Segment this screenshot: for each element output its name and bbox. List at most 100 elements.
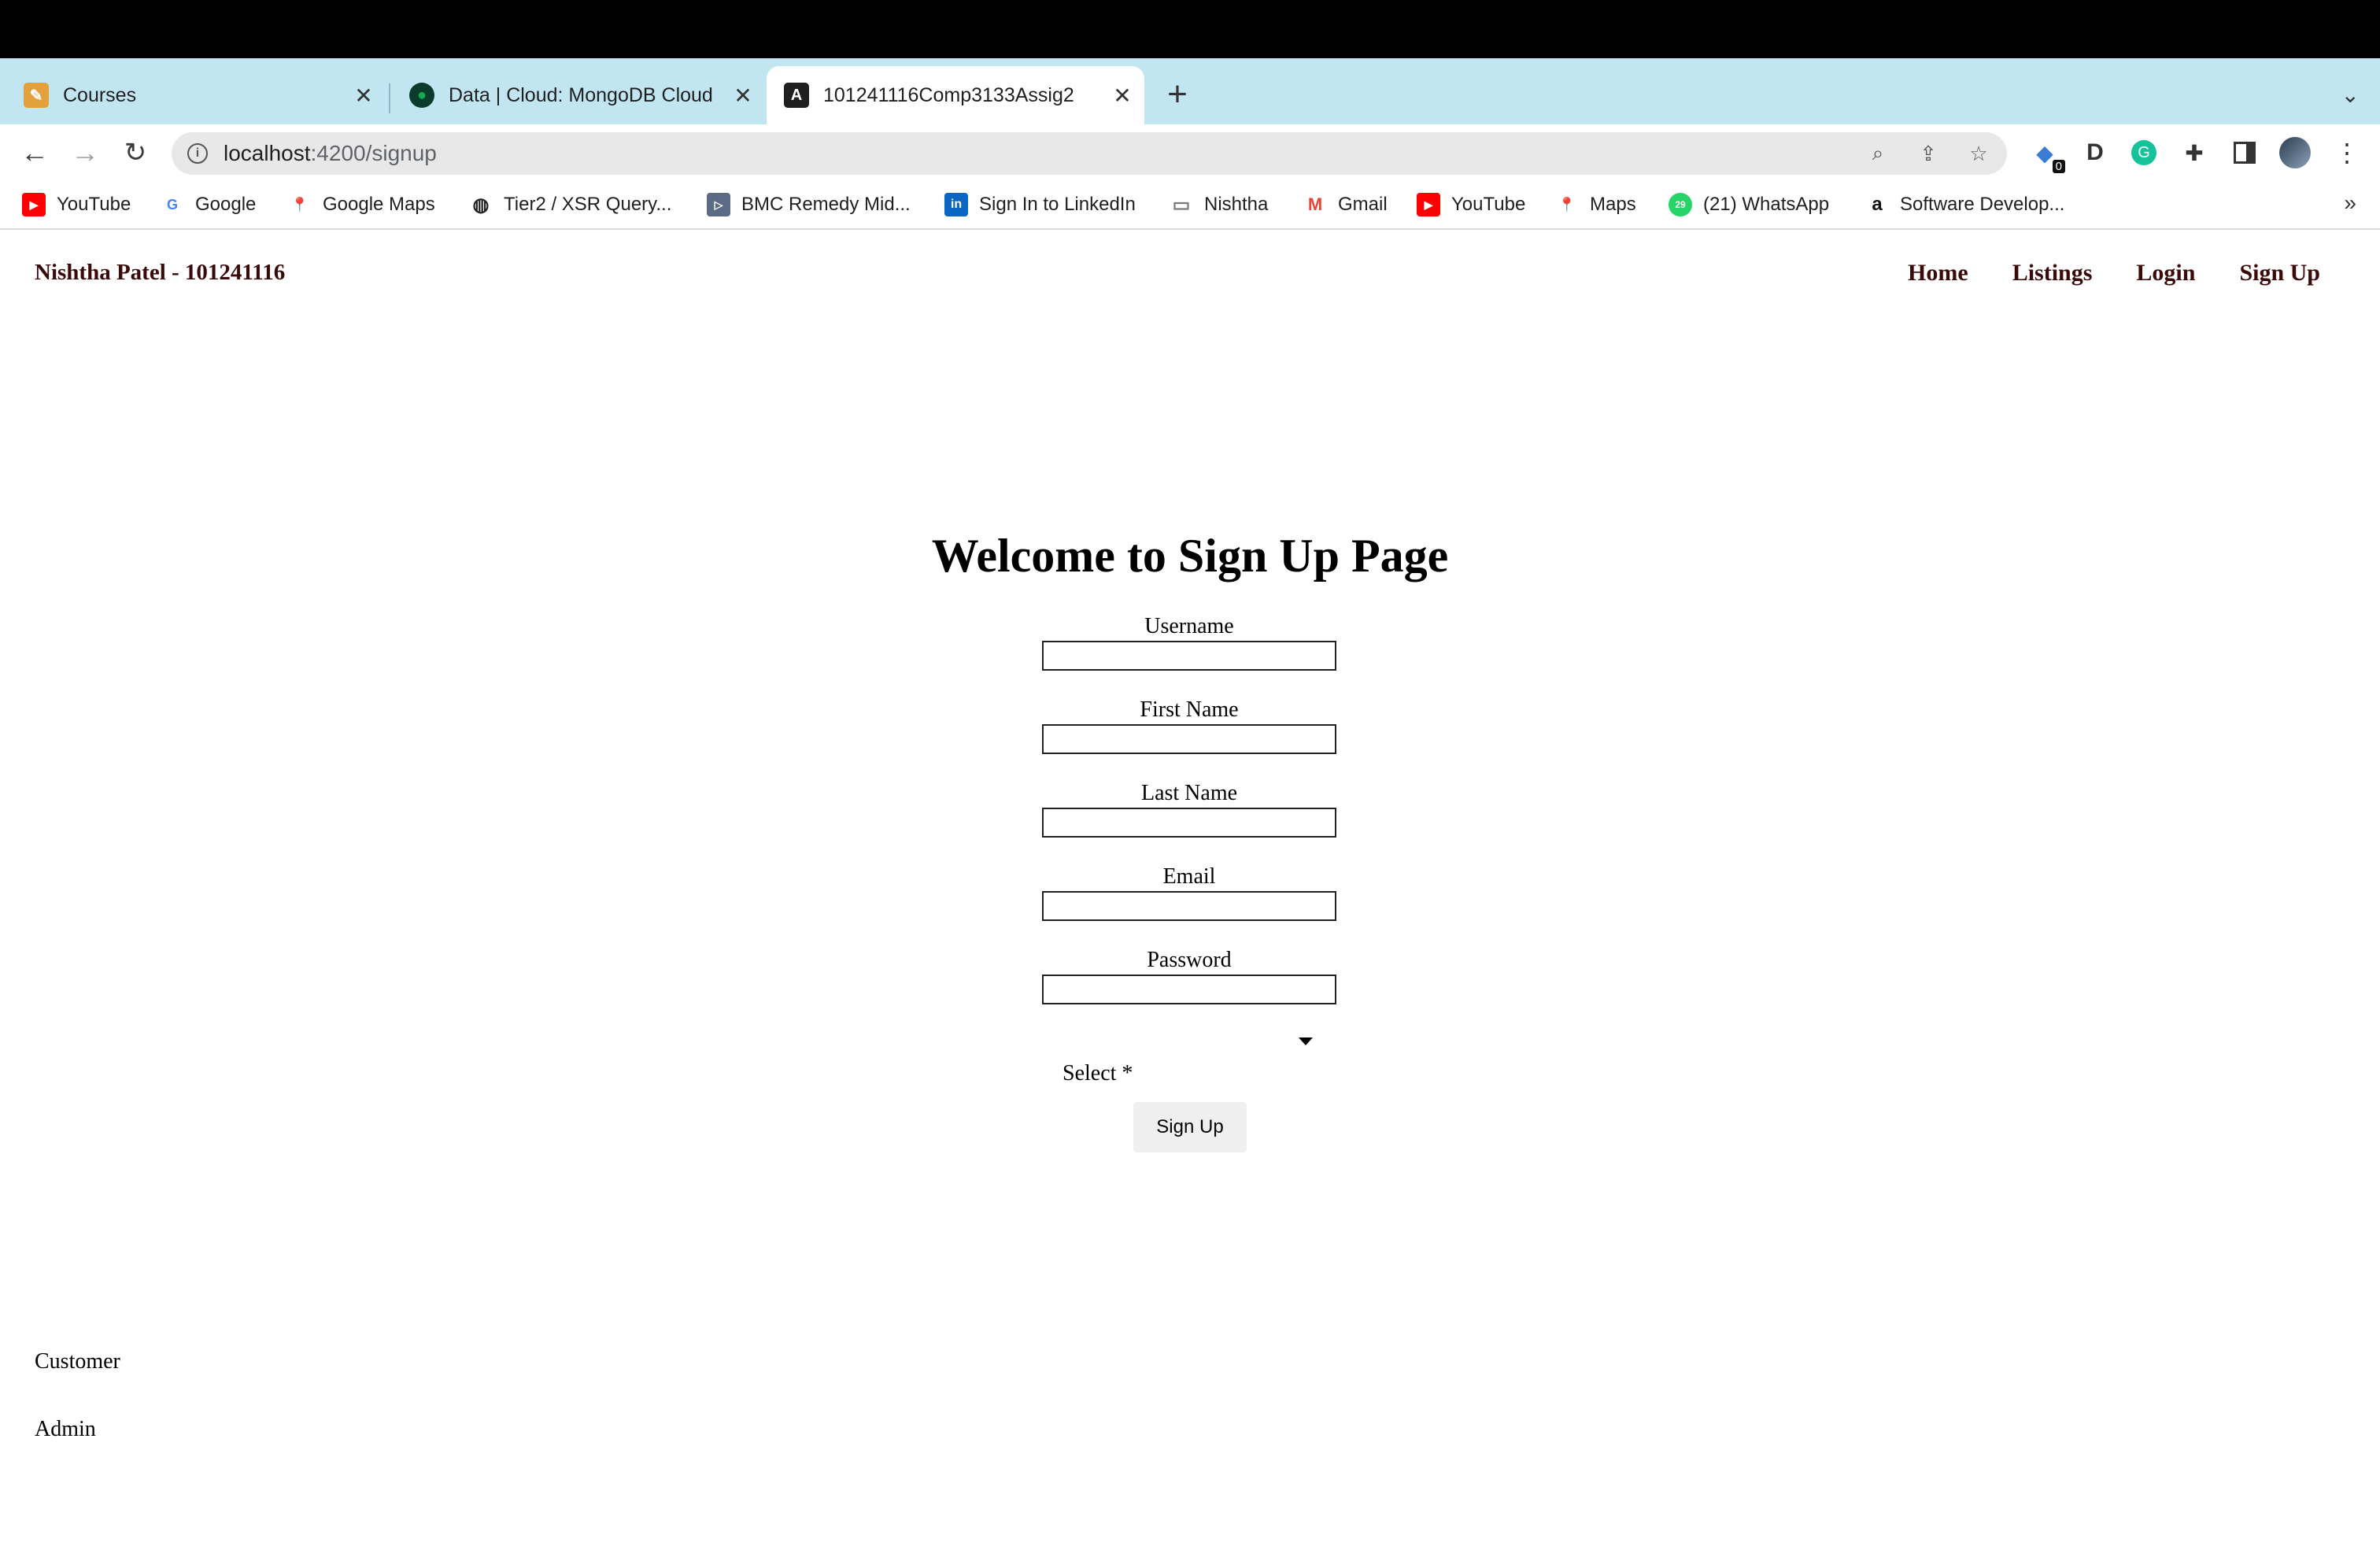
youtube-icon: ▶	[1417, 193, 1440, 216]
tab-courses[interactable]: ✎ Courses ✕	[6, 66, 386, 124]
url-path: :4200/signup	[310, 141, 437, 165]
email-field[interactable]	[1042, 891, 1336, 921]
tab-title: Courses	[63, 83, 137, 106]
amazon-icon: a	[1872, 194, 1883, 215]
linkedin-icon: in	[944, 193, 968, 216]
bookmark-youtube[interactable]: ▶ YouTube	[22, 189, 131, 220]
tab-title: 101241116Comp3133Assig2	[823, 83, 1074, 106]
maps-pin-icon: 📍	[290, 196, 309, 213]
signup-button[interactable]: Sign Up	[1133, 1102, 1247, 1152]
bookmark-label: Software Develop...	[1900, 194, 2065, 215]
info-icon[interactable]: i	[187, 143, 208, 164]
bookmark-software-dev[interactable]: a Software Develop...	[1865, 189, 2064, 220]
bookmark-gmail[interactable]: M Gmail	[1303, 189, 1388, 220]
firstname-label: First Name	[1140, 697, 1239, 722]
bookmark-whatsapp[interactable]: 29 (21) WhatsApp	[1669, 189, 1829, 220]
bookmark-folder-nishtha[interactable]: ▭ Nishtha	[1170, 189, 1269, 220]
maps-pin-icon: 📍	[1558, 196, 1576, 213]
tab-angular-app[interactable]: A 101241116Comp3133Assig2 ✕	[767, 66, 1144, 124]
nav-listings[interactable]: Listings	[2012, 260, 2093, 287]
more-bookmarks-icon[interactable]: »	[2344, 190, 2356, 216]
bookmark-label: Google	[195, 194, 257, 215]
email-label: Email	[1162, 864, 1216, 889]
role-option-customer[interactable]: Customer	[35, 1349, 120, 1374]
google-icon: G	[166, 196, 178, 213]
lastname-label: Last Name	[1140, 781, 1238, 805]
extension-badge: 0	[2052, 160, 2065, 173]
angular-icon: A	[784, 83, 809, 108]
tab-separator	[389, 83, 390, 113]
nav-login[interactable]: Login	[2136, 260, 2195, 287]
os-menu-bar	[0, 0, 2380, 58]
forward-icon[interactable]: →	[66, 134, 104, 172]
page-content: Nishtha Patel - 101241116 Home Listings …	[0, 231, 2380, 1546]
avatar[interactable]	[2279, 137, 2311, 168]
bookmark-label: BMC Remedy Mid...	[741, 194, 911, 215]
nav-home[interactable]: Home	[1908, 260, 1968, 287]
email-group: Email	[1042, 863, 1336, 921]
role-option-admin[interactable]: Admin	[35, 1417, 96, 1442]
puzzle-extensions-icon[interactable]: ✚	[2179, 137, 2210, 168]
folder-icon: ▭	[1172, 194, 1191, 216]
youtube-icon: ▶	[22, 193, 46, 216]
close-icon[interactable]: ✕	[349, 81, 378, 109]
lastname-field[interactable]	[1042, 808, 1336, 838]
bookmark-label: Nishtha	[1204, 194, 1269, 215]
firstname-group: First Name	[1042, 696, 1336, 754]
address-bar[interactable]: i localhost:4200/signup ⌕ ⇪ ☆	[172, 132, 2007, 175]
close-icon[interactable]: ✕	[729, 81, 757, 109]
select-label: Select *	[1062, 1061, 1133, 1086]
dashlane-icon[interactable]: D	[2079, 137, 2111, 168]
browser-toolbar: ← → ↻ i localhost:4200/signup ⌕ ⇪ ☆ ◆ 0 …	[0, 124, 2380, 181]
page-title: Welcome to Sign Up Page	[931, 530, 1449, 582]
zoom-icon[interactable]: ⌕	[1864, 139, 1892, 168]
bookmark-label: Sign In to LinkedIn	[979, 194, 1136, 215]
close-icon[interactable]: ✕	[1108, 81, 1136, 109]
gmail-icon: M	[1307, 194, 1323, 214]
password-label: Password	[1147, 948, 1232, 972]
username-group: Username	[1042, 612, 1336, 671]
bookmark-youtube-2[interactable]: ▶ YouTube	[1417, 189, 1525, 220]
bookmark-label: Google Maps	[323, 194, 435, 215]
bmc-icon: ▷	[707, 193, 730, 216]
bookmark-label: Maps	[1590, 194, 1636, 215]
top-nav: Home Listings Login Sign Up	[1908, 260, 2320, 287]
grammarly-icon[interactable]: G	[2128, 137, 2160, 168]
side-panel-icon[interactable]	[2229, 137, 2260, 168]
globe-icon: ◍	[472, 194, 490, 216]
username-label: Username	[1144, 614, 1234, 638]
username-field[interactable]	[1042, 641, 1336, 671]
firstname-field[interactable]	[1042, 724, 1336, 754]
bookmark-maps[interactable]: 📍 Maps	[1555, 189, 1636, 220]
new-tab-button[interactable]: +	[1159, 77, 1196, 115]
tab-mongodb[interactable]: ● Data | Cloud: MongoDB Cloud ✕	[392, 66, 765, 124]
nav-signup[interactable]: Sign Up	[2239, 260, 2320, 287]
kebab-menu-icon[interactable]: ⋮	[2331, 137, 2363, 168]
bookmark-label: YouTube	[1451, 194, 1526, 215]
bookmark-label: Tier2 / XSR Query...	[504, 194, 672, 215]
password-group: Password	[1042, 946, 1336, 1004]
tab-title: Data | Cloud: MongoDB Cloud	[449, 83, 713, 106]
extension-ghost-icon[interactable]: ◆ 0	[2029, 137, 2065, 173]
bookmark-label: YouTube	[57, 194, 131, 215]
password-field[interactable]	[1042, 975, 1336, 1004]
back-icon[interactable]: ←	[16, 134, 54, 172]
bookmark-tier2[interactable]: ◍ Tier2 / XSR Query...	[469, 189, 672, 220]
mongodb-leaf-icon: ●	[409, 83, 434, 108]
lastname-group: Last Name	[1042, 779, 1336, 838]
role-select[interactable]: Select *	[1055, 1034, 1322, 1086]
bookmark-google[interactable]: G Google	[161, 189, 256, 220]
bookmark-label: (21) WhatsApp	[1703, 194, 1830, 215]
bookmark-linkedin[interactable]: in Sign In to LinkedIn	[944, 189, 1136, 220]
bookmark-google-maps[interactable]: 📍 Google Maps	[288, 189, 435, 220]
brand-name: Nishtha Patel - 101241116	[35, 260, 286, 285]
pencil-icon: ✎	[24, 83, 49, 108]
share-icon[interactable]: ⇪	[1914, 139, 1942, 168]
bookmark-bmc-remedy[interactable]: ▷ BMC Remedy Mid...	[707, 189, 911, 220]
url-host: localhost	[224, 141, 311, 165]
chevron-down-icon[interactable]: ⌄	[2341, 82, 2360, 108]
bookmark-label: Gmail	[1338, 194, 1388, 215]
bookmark-star-icon[interactable]: ☆	[1964, 139, 1993, 168]
reload-icon[interactable]: ↻	[116, 134, 154, 172]
whatsapp-icon: 29	[1669, 193, 1692, 216]
